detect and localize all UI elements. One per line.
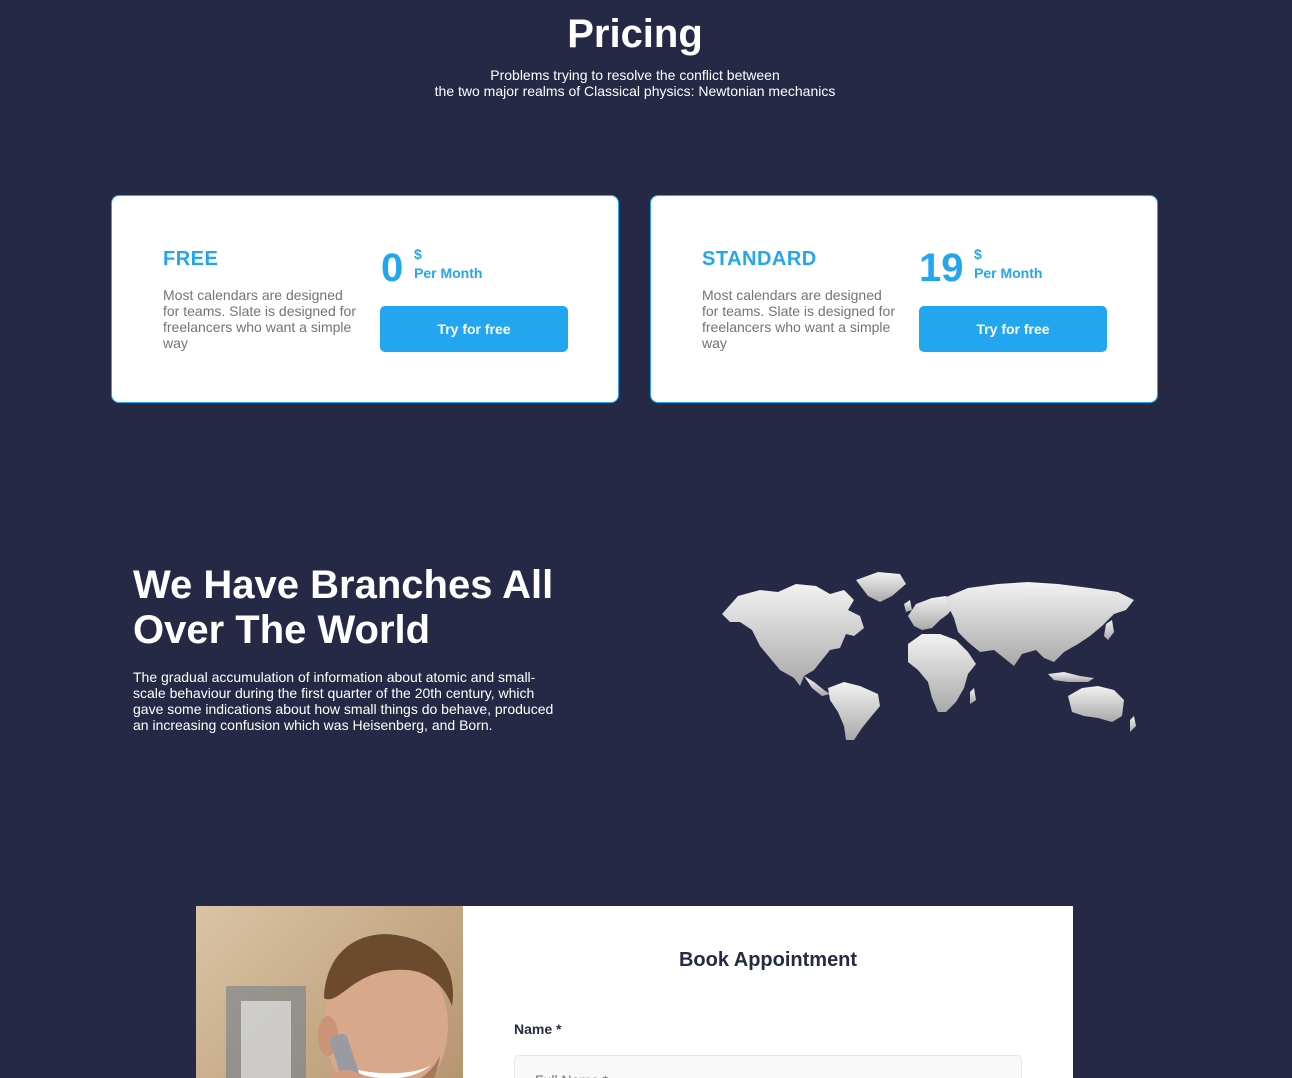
plan-name: STANDARD xyxy=(702,248,817,270)
person-illustration xyxy=(226,934,453,1078)
appointment-title: Book Appointment xyxy=(678,949,858,971)
appointment-section: Book Appointment Name * xyxy=(196,906,1073,1078)
plan-description: Most calendars are designed for teams. S… xyxy=(702,287,895,351)
appointment-form: Book Appointment Name * xyxy=(463,906,1073,1078)
plan-price: 0 xyxy=(381,246,404,290)
plan-period: Per Month xyxy=(974,265,1043,281)
full-name-input[interactable] xyxy=(514,1055,1022,1078)
try-for-free-button[interactable]: Try for free xyxy=(380,306,568,352)
pricing-subtitle-line-1: Problems trying to resolve the conflict … xyxy=(490,67,780,83)
plan-currency: $ xyxy=(414,246,422,262)
plan-price: 19 xyxy=(919,246,964,290)
plan-period: Per Month xyxy=(414,265,483,281)
pricing-title: Pricing xyxy=(567,12,703,56)
plan-name: FREE xyxy=(163,248,219,270)
pricing-subtitle: Problems trying to resolve the conflict … xyxy=(0,67,1270,99)
branches-description: The gradual accumulation of information … xyxy=(133,669,554,733)
pricing-subtitle-line-2: the two major realms of Classical physic… xyxy=(434,83,836,99)
branches-heading: We Have Branches All Over The World xyxy=(133,563,554,652)
person-on-phone-photo xyxy=(196,906,463,1078)
plan-description: Most calendars are designed for teams. S… xyxy=(163,287,356,351)
plan-currency: $ xyxy=(974,246,982,262)
pricing-card-standard: STANDARD Most calendars are designed for… xyxy=(650,195,1158,403)
name-field-label: Name * xyxy=(514,1021,562,1037)
pricing-card-free: FREE Most calendars are designed for tea… xyxy=(111,195,619,403)
world-map-image xyxy=(722,572,1136,740)
try-for-free-button[interactable]: Try for free xyxy=(919,306,1107,352)
